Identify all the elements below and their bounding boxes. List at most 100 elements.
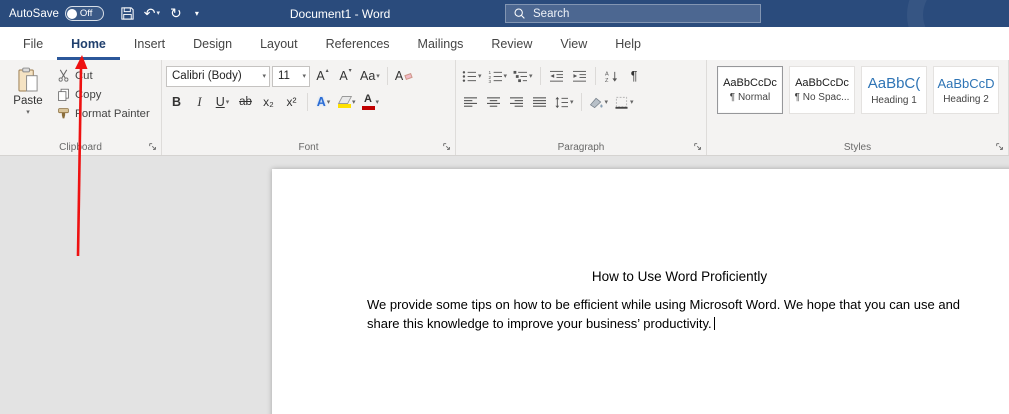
underline-glyph: U — [216, 95, 225, 109]
paragraph-dialog-launcher[interactable] — [691, 140, 704, 153]
clear-formatting-button[interactable]: A — [393, 65, 414, 87]
italic-button[interactable]: I — [189, 91, 210, 113]
search-box[interactable] — [505, 4, 761, 23]
paste-button[interactable]: Paste ▾ — [4, 63, 52, 138]
bold-button[interactable]: B — [166, 91, 187, 113]
shading-button[interactable]: ▾ — [587, 91, 611, 113]
autosave-toggle-knob — [67, 9, 77, 19]
style-heading-1[interactable]: AaBbC( Heading 1 — [861, 66, 927, 114]
dialog-launcher-icon — [995, 142, 1005, 152]
multilevel-list-button[interactable]: ▾ — [511, 65, 535, 87]
highlighter-icon — [338, 96, 351, 108]
tab-file[interactable]: File — [9, 27, 57, 60]
divider — [387, 67, 388, 85]
font-name-combobox[interactable]: Calibri (Body) ▾ — [166, 66, 270, 87]
shrink-font-glyph: A — [339, 69, 347, 83]
align-center-button[interactable] — [483, 91, 504, 113]
cut-button[interactable]: Cut — [55, 68, 152, 83]
text-highlight-color-button[interactable]: ▾ — [336, 91, 358, 113]
divider — [595, 67, 596, 85]
highlighter-pen-icon — [338, 96, 351, 103]
format-painter-button[interactable]: Format Painter — [55, 106, 152, 121]
redo-icon: ↻ — [170, 5, 182, 22]
grow-font-button[interactable]: A ▴ — [312, 65, 333, 87]
tab-insert[interactable]: Insert — [120, 27, 179, 60]
search-input[interactable] — [533, 8, 753, 20]
subscript-button[interactable]: x₂ — [258, 91, 279, 113]
style-preview: AaBbC( — [868, 75, 921, 92]
tab-references[interactable]: References — [312, 27, 404, 60]
style-preview: AaBbCcD — [937, 76, 994, 91]
document-heading[interactable]: How to Use Word Proficiently — [367, 269, 992, 284]
borders-button[interactable]: ▾ — [612, 91, 636, 113]
down-triangle-icon: ▾ — [349, 67, 352, 74]
bullets-button[interactable]: ▾ — [460, 65, 484, 87]
tab-view[interactable]: View — [546, 27, 601, 60]
sort-a-glyph: A — [605, 71, 609, 77]
tab-home[interactable]: Home — [57, 27, 120, 60]
tab-review[interactable]: Review — [477, 27, 546, 60]
font-color-bar — [362, 106, 375, 110]
style-normal[interactable]: AaBbCcDc ¶ Normal — [717, 66, 783, 114]
customize-qat-button[interactable]: ▾ — [188, 1, 206, 27]
divider — [307, 93, 308, 111]
chevron-down-icon: ▾ — [195, 9, 199, 18]
text-cursor — [714, 317, 715, 330]
decrease-indent-button[interactable] — [546, 65, 567, 87]
justify-button[interactable] — [529, 91, 550, 113]
show-hide-formatting-button[interactable]: ¶ — [624, 65, 645, 87]
change-case-glyph: Aa — [360, 69, 375, 83]
chevron-down-icon: ▾ — [570, 99, 574, 106]
justify-icon — [532, 96, 547, 109]
tab-layout[interactable]: Layout — [246, 27, 312, 60]
redo-button[interactable]: ↻ — [164, 1, 188, 27]
font-dialog-launcher[interactable] — [440, 140, 453, 153]
dialog-launcher-icon — [693, 142, 703, 152]
chevron-down-icon: ▾ — [26, 109, 30, 116]
line-spacing-button[interactable]: ▾ — [552, 91, 576, 113]
style-heading-2[interactable]: AaBbCcD Heading 2 — [933, 66, 999, 114]
text-effects-button[interactable]: A ▾ — [313, 91, 334, 113]
style-preview: AaBbCcDc — [795, 77, 849, 89]
chevron-down-icon: ▾ — [478, 73, 482, 80]
clipboard-dialog-launcher[interactable] — [146, 140, 159, 153]
font-size-combobox[interactable]: 11 ▾ — [272, 66, 310, 87]
tab-mailings[interactable]: Mailings — [404, 27, 478, 60]
tab-help[interactable]: Help — [601, 27, 655, 60]
chevron-down-icon: ▾ — [529, 73, 533, 80]
shrink-font-button[interactable]: A ▾ — [335, 65, 356, 87]
clipboard-small-buttons: Cut Copy Format Painter — [55, 63, 152, 138]
chevron-down-icon: ▾ — [302, 73, 306, 80]
font-color-button[interactable]: A ▾ — [360, 91, 382, 113]
sort-z-glyph: Z — [605, 78, 609, 83]
autosave-toggle[interactable]: Off — [65, 6, 104, 21]
document-paragraph[interactable]: We provide some tips on how to be effici… — [367, 295, 992, 333]
styles-dialog-launcher[interactable] — [993, 140, 1006, 153]
numbering-button[interactable]: 123 ▾ — [486, 65, 510, 87]
style-no-spacing[interactable]: AaBbCcDc ¶ No Spac... — [789, 66, 855, 114]
document-page[interactable]: How to Use Word Proficiently We provide … — [272, 169, 1009, 414]
font-color-glyph: A — [364, 94, 372, 105]
strikethrough-button[interactable]: ab — [235, 91, 256, 113]
underline-button[interactable]: U ▾ — [212, 91, 233, 113]
increase-indent-button[interactable] — [569, 65, 590, 87]
borders-icon — [614, 96, 629, 109]
numbering-icon: 123 — [488, 70, 503, 83]
align-left-button[interactable] — [460, 91, 481, 113]
cut-icon — [57, 69, 70, 82]
copy-button[interactable]: Copy — [55, 87, 152, 102]
copy-label: Copy — [75, 89, 101, 101]
undo-button[interactable]: ↶ ▾ — [140, 1, 164, 27]
sort-button[interactable]: AZ — [601, 65, 622, 87]
autosave-state: Off — [80, 9, 93, 19]
save-button[interactable] — [116, 1, 140, 27]
change-case-button[interactable]: Aa ▾ — [358, 65, 382, 87]
paragraph-group-label: Paragraph — [456, 142, 706, 153]
highlight-color-bar — [338, 104, 351, 108]
grow-font-glyph: A — [316, 69, 324, 83]
tab-design[interactable]: Design — [179, 27, 246, 60]
font-row-1: Calibri (Body) ▾ 11 ▾ A ▴ A ▾ Aa ▾ — [166, 65, 451, 87]
superscript-button[interactable]: x² — [281, 91, 302, 113]
document-body-text[interactable]: We provide some tips on how to be effici… — [367, 297, 960, 331]
align-right-button[interactable] — [506, 91, 527, 113]
